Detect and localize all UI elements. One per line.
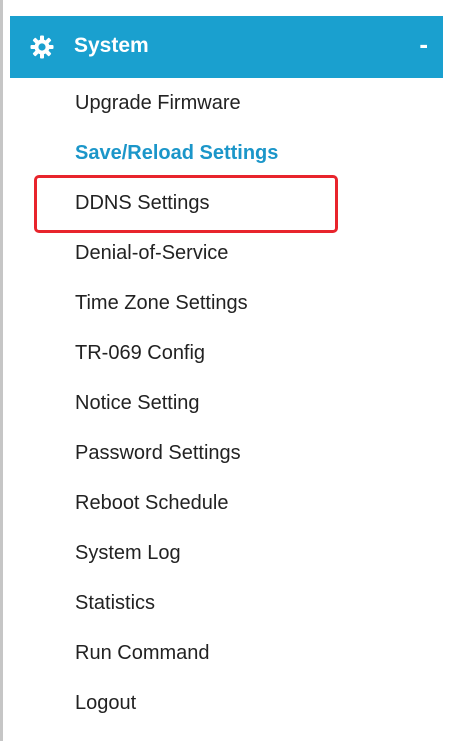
menu-item-ddns-settings[interactable]: DDNS Settings xyxy=(0,178,453,228)
menu-item-logout[interactable]: Logout xyxy=(0,678,453,728)
menu-item-password-settings[interactable]: Password Settings xyxy=(0,428,453,478)
menu-item-system-log[interactable]: System Log xyxy=(0,528,453,578)
menu-item-run-command[interactable]: Run Command xyxy=(0,628,453,678)
menu-item-statistics[interactable]: Statistics xyxy=(0,578,453,628)
menu-item-save-reload-settings[interactable]: Save/Reload Settings xyxy=(0,128,453,233)
menu-item-reboot-schedule[interactable]: Reboot Schedule xyxy=(0,478,453,528)
system-submenu: Upgrade Firmware Save/Reload Settings DD… xyxy=(0,78,453,728)
gear-icon xyxy=(30,35,54,59)
menu-item-notice-setting[interactable]: Notice Setting xyxy=(0,378,453,428)
menu-item-time-zone-settings[interactable]: Time Zone Settings xyxy=(0,278,453,328)
menu-item-upgrade-firmware[interactable]: Upgrade Firmware xyxy=(0,78,453,128)
menu-item-denial-of-service[interactable]: Denial-of-Service xyxy=(0,228,453,278)
collapse-toggle[interactable]: - xyxy=(419,29,428,59)
system-menu-header[interactable]: System - xyxy=(10,16,443,78)
menu-item-tr-069-config[interactable]: TR-069 Config xyxy=(0,328,453,378)
menu-header-title: System xyxy=(74,34,149,57)
